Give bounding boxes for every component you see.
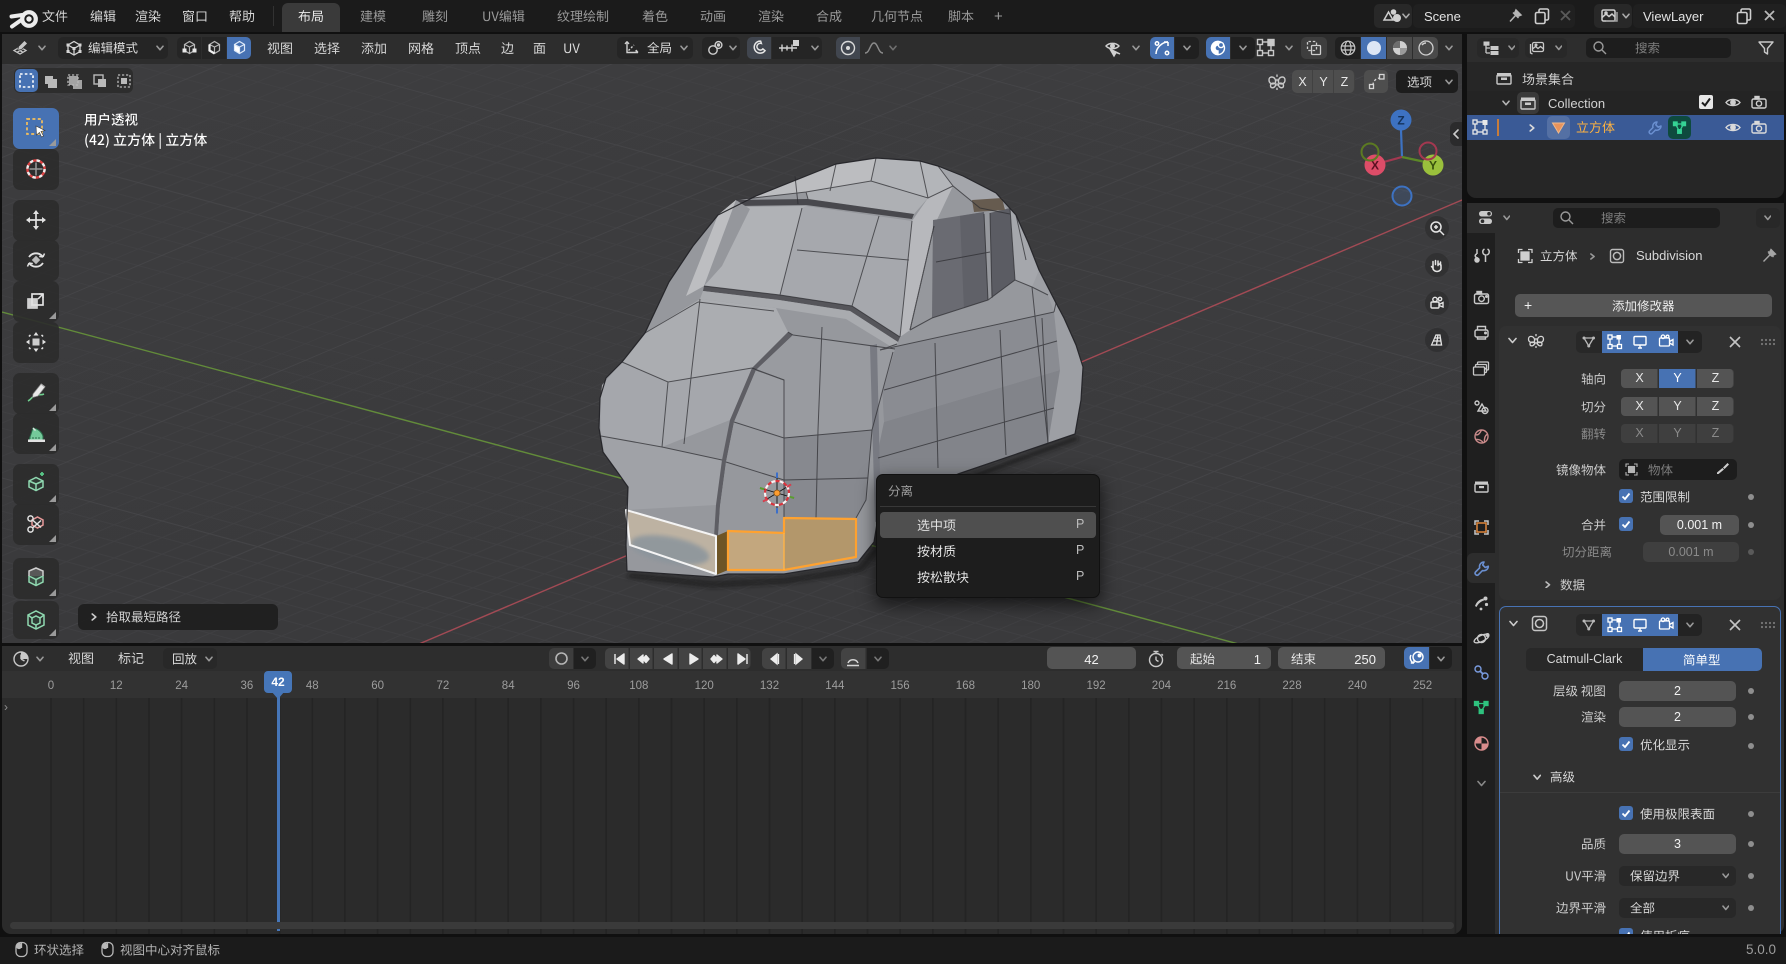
svg-text:180: 180 [1021,680,1040,692]
svg-text:0: 0 [48,680,54,692]
svg-text:192: 192 [1087,680,1106,692]
svg-text:72: 72 [437,680,450,692]
svg-text:36: 36 [241,680,254,692]
svg-text:156: 156 [891,680,910,692]
svg-text:168: 168 [956,680,975,692]
svg-text:144: 144 [825,680,845,692]
svg-text:Y: Y [1429,159,1437,173]
svg-text:252: 252 [1413,680,1432,692]
svg-text:240: 240 [1348,680,1367,692]
svg-text:84: 84 [502,680,515,692]
svg-text:96: 96 [567,680,580,692]
svg-text:108: 108 [629,680,648,692]
svg-text:204: 204 [1152,680,1172,692]
svg-text:120: 120 [695,680,714,692]
svg-text:48: 48 [306,680,319,692]
svg-text:24: 24 [175,680,188,692]
svg-text:60: 60 [371,680,384,692]
svg-text:12: 12 [110,680,123,692]
svg-text:132: 132 [760,680,779,692]
svg-text:216: 216 [1217,680,1236,692]
svg-text:228: 228 [1282,680,1301,692]
svg-text:Z: Z [1397,114,1404,128]
